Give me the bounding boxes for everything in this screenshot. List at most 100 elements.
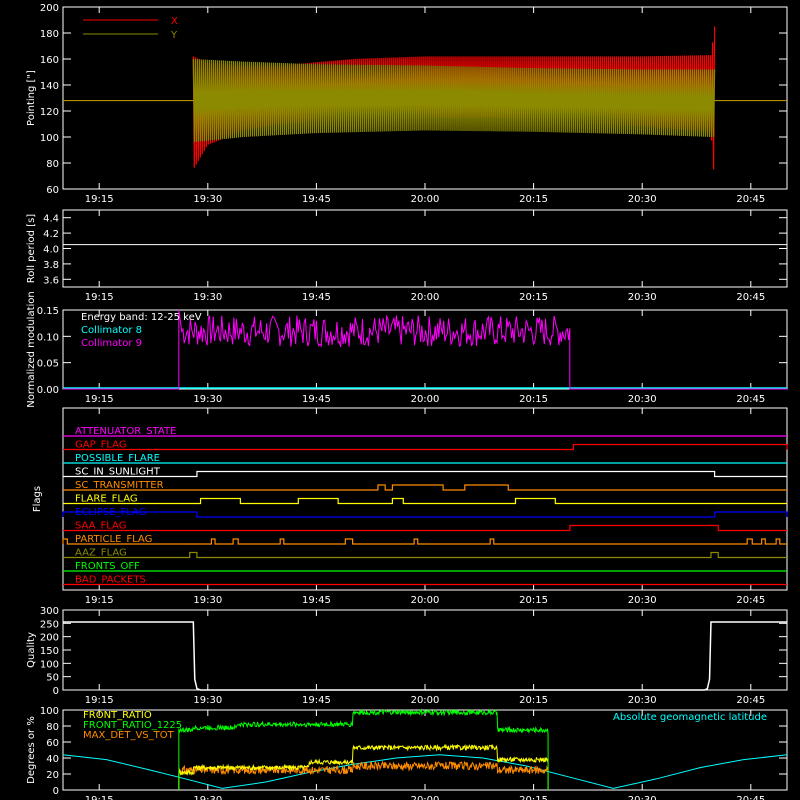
- modulation-x-tick-label: 20:00: [411, 394, 440, 405]
- modulation-x-tick-label: 19:45: [302, 394, 331, 405]
- flags-y-label: Flags: [32, 486, 43, 512]
- quality-line: [63, 621, 787, 691]
- roll-panel: 19:15 19:30 19:45 20:00 20:15 20:30 20:45 3.6 3.…: [26, 209, 788, 303]
- roll-frame: [62, 209, 788, 288]
- pointing-legend-label: Y: [170, 30, 178, 41]
- ratios-y-tick-label: 40: [46, 754, 59, 765]
- modulation-x-tick-label: 20:45: [736, 394, 765, 405]
- pointing-x-tick-label: 19:15: [85, 194, 114, 205]
- quality-y-tick-label: 300: [40, 606, 59, 617]
- geomagnetic-latitude-line: [62, 754, 788, 789]
- flags-x-tick-label: 20:45: [736, 595, 765, 606]
- pointing-y-tick-label: 140: [40, 81, 59, 92]
- quality-y-tick-label: 200: [40, 633, 59, 644]
- flag-label: SC_TRANSMITTER: [75, 480, 164, 491]
- geomagnetic-latitude-annotation: Absolute geomagnetic latitude: [613, 712, 767, 723]
- pointing-y-tick-label: 160: [40, 55, 59, 66]
- ratios-x-tick-label: 20:30: [628, 795, 657, 800]
- pointing-y-tick-label: 180: [40, 29, 59, 40]
- pointing-y-tick-label: 120: [40, 107, 59, 118]
- modulation-x-tick-label: 19:15: [85, 394, 114, 405]
- quality-panel: 19:15 19:30 19:45 20:00 20:15 20:30 20:45 0 50 10…: [26, 606, 788, 706]
- flag-trace: [63, 551, 787, 559]
- roll-x-tick-label: 19:45: [302, 292, 331, 303]
- ratios-y-tick-label: 0: [53, 786, 59, 797]
- flag-label: FLARE_FLAG: [75, 494, 138, 505]
- roll-y-tick-label: 4.4: [43, 214, 59, 225]
- pointing-x-tick-label: 19:30: [193, 194, 222, 205]
- flags-x-tick-label: 20:15: [519, 595, 548, 606]
- quality-y-tick-label: 50: [46, 673, 59, 684]
- ratios-legend-label: MAX_DET_VS_TOT: [83, 730, 175, 741]
- flags-x-tick-label: 19:15: [85, 595, 114, 606]
- modulation-x-tick-label: 20:30: [628, 394, 657, 405]
- modulation-legend-label: Energy band: 12-25 keV: [81, 312, 202, 323]
- roll-y-tick-label: 4.2: [43, 229, 59, 240]
- modulation-y-tick-label: 0.05: [37, 359, 59, 370]
- flag-trace: [62, 538, 787, 545]
- ratios-panel: 19:15 19:30 19:45 20:00 20:15 20:30 20:45 0 20 40…: [26, 706, 788, 800]
- modulation-x-tick-label: 19:30: [193, 394, 222, 405]
- quality-y-tick-label: 150: [40, 646, 59, 657]
- lightcurve-figure: 19:15 19:30 19:45 20:00 20:15 20:30 20:45 60 80 1…: [26, 3, 788, 800]
- quality-y-tick-label: 100: [40, 659, 59, 670]
- quality-x-tick-label: 20:30: [628, 695, 657, 706]
- flag-label: ATTENUATOR_STATE: [75, 426, 176, 437]
- roll-x-tick-label: 20:00: [411, 292, 440, 303]
- ratios-y-label: Degrees or %: [26, 716, 37, 784]
- roll-y-tick-label: 3.8: [43, 260, 59, 271]
- roll-x-tick-label: 20:45: [736, 292, 765, 303]
- pointing-legend-label: X: [171, 16, 178, 27]
- modulation-legend-label: Collimator 8: [81, 325, 142, 336]
- ratios-x-tick-label: 20:15: [519, 795, 548, 800]
- roll-y-tick-label: 3.6: [43, 275, 59, 286]
- modulation-y-tick-label: 0.10: [37, 332, 59, 343]
- quality-y-tick-label: 250: [40, 619, 59, 630]
- roll-x-tick-label: 19:15: [85, 292, 114, 303]
- ratios-y-tick-label: 60: [46, 738, 59, 749]
- roll-x-tick-label: 19:30: [193, 292, 222, 303]
- ratios-y-tick-label: 20: [46, 770, 59, 781]
- quality-y-tick-label: 0: [53, 686, 59, 697]
- roll-y-label: Roll period [s]: [26, 214, 37, 283]
- quality-y-label: Quality: [26, 632, 37, 668]
- pointing-x-tick-label: 20:30: [628, 194, 657, 205]
- flag-label: FRONTS_OFF: [75, 561, 140, 572]
- ratios-y-tick-label: 80: [46, 722, 59, 733]
- flag-trace: [63, 443, 788, 451]
- flags-x-tick-label: 20:30: [628, 595, 657, 606]
- ratios-x-tick-label: 19:15: [85, 795, 114, 800]
- modulation-y-tick-label: 0.15: [37, 306, 59, 317]
- ratios-x-tick-label: 20:45: [736, 795, 765, 800]
- modulation-x-tick-label: 20:15: [519, 394, 548, 405]
- flag-trace: [63, 497, 787, 505]
- collimator-9-line: [178, 309, 787, 390]
- flag-label: SAA_FLAG: [75, 521, 126, 532]
- quality-x-tick-label: 20:00: [411, 695, 440, 706]
- modulation-y-tick-label: 0.00: [37, 385, 59, 396]
- flags-panel: 19:15 19:30 19:45 20:00 20:15 20:30 20:45 Flags…: [32, 407, 788, 606]
- quality-x-tick-label: 19:45: [302, 695, 331, 706]
- ratios-x-tick-label: 19:45: [302, 795, 331, 800]
- flag-trace: [63, 484, 787, 491]
- flags-x-tick-label: 19:30: [193, 595, 222, 606]
- roll-x-tick-label: 20:15: [519, 292, 548, 303]
- pointing-y-tick-label: 60: [46, 185, 59, 196]
- quality-x-tick-label: 20:45: [736, 695, 765, 706]
- flags-x-tick-label: 20:00: [411, 595, 440, 606]
- pointing-y-tick-label: 100: [40, 133, 59, 144]
- pointing-x-tick-label: 20:15: [519, 194, 548, 205]
- flag-label: POSSIBLE_FLARE: [75, 453, 160, 464]
- pointing-x-tick-label: 19:45: [302, 194, 331, 205]
- ratio-series-MAX_DET_VS_TOT: [178, 760, 549, 790]
- ratios-x-tick-label: 20:00: [411, 795, 440, 800]
- flag-label: GAP_FLAG: [75, 440, 127, 451]
- quality-x-tick-label: 19:15: [85, 695, 114, 706]
- quality-x-tick-label: 20:15: [519, 695, 548, 706]
- pointing-y-tick-label: 80: [46, 159, 59, 170]
- roll-y-tick-label: 4.0: [43, 245, 59, 256]
- modulation-panel: 19:15 19:30 19:45 20:00 20:15 20:30 20:45 0.00 0…: [26, 291, 788, 408]
- flag-trace: [62, 511, 788, 518]
- modulation-legend-label: Collimator 9: [81, 338, 142, 349]
- pointing-y-tick-label: 200: [40, 3, 59, 14]
